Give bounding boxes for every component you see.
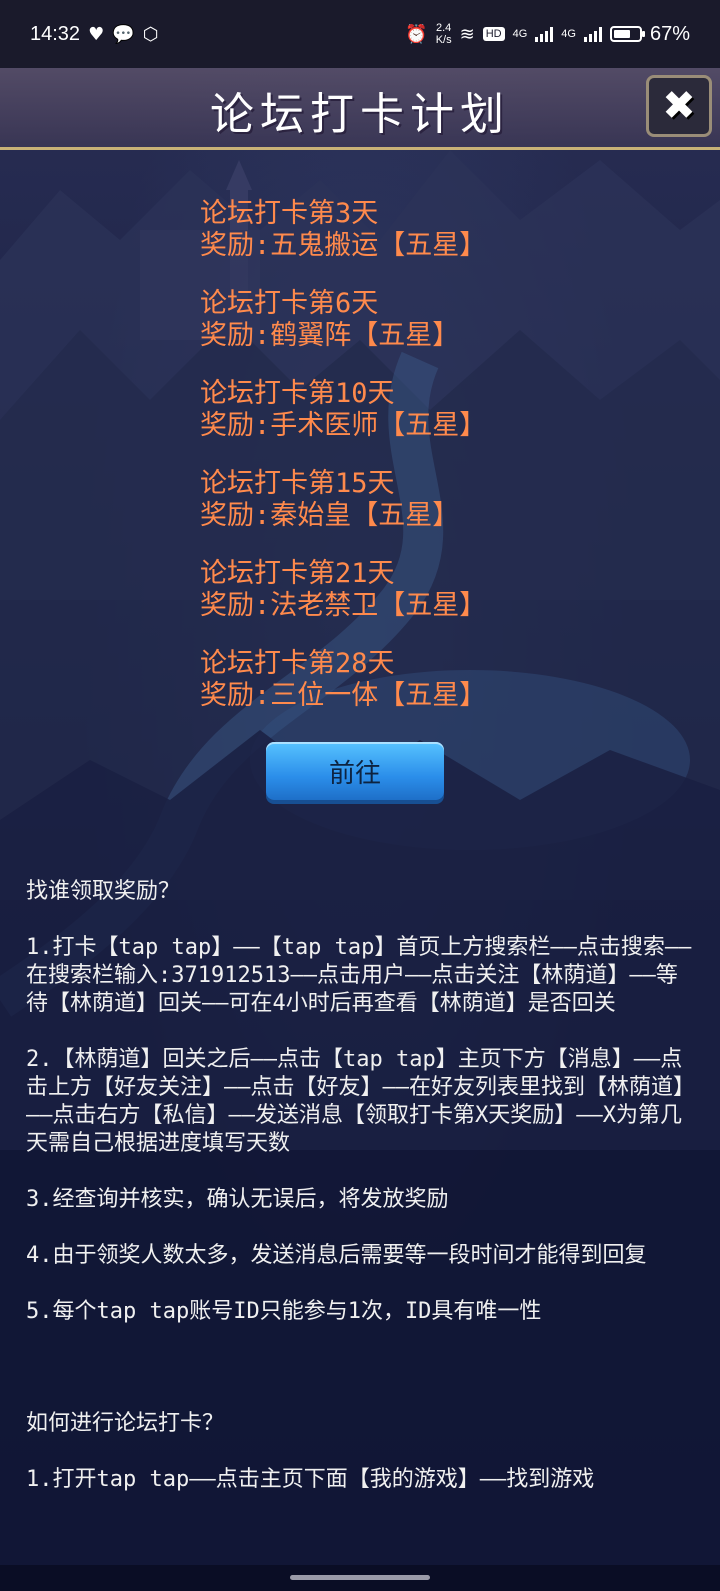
title-bar: 论坛打卡计划 ✖ — [0, 68, 720, 150]
close-button[interactable]: ✖ — [646, 75, 712, 137]
network-speed: 2.4 K/s — [436, 22, 452, 46]
reward-day-label: 论坛打卡第6天 — [200, 288, 379, 319]
reward-item: 论坛打卡第3天 奖励:五鬼搬运【五星】 — [200, 198, 680, 262]
hd-badge: HD — [482, 27, 505, 41]
reward-item: 论坛打卡第10天 奖励:手术医师【五星】 — [200, 378, 680, 442]
sim1-text: 4G — [512, 28, 528, 40]
reward-prize-label: 奖励:秦始皇【五星】 — [200, 500, 460, 531]
page-title: 论坛打卡计划 — [210, 89, 510, 140]
shield-icon: ⬡ — [142, 23, 159, 45]
reward-prize-label: 奖励:手术医师【五星】 — [200, 410, 487, 441]
reward-list: 论坛打卡第3天 奖励:五鬼搬运【五星】 论坛打卡第6天 奖励:鹤翼阵【五星】 论坛打卡第… — [200, 198, 680, 738]
instructions-panel: 找谁领取奖励？ 1.打卡【tap tap】——【tap tap】首页上方搜索栏—… — [26, 878, 698, 1538]
status-left: 14:32 ♥ 💬 ⬡ — [30, 23, 158, 46]
battery-fill — [613, 30, 630, 38]
go-button[interactable]: 前往 — [266, 742, 444, 800]
home-gesture-handle[interactable] — [290, 1575, 430, 1580]
instruction-step-5: 5.每个tap tap账号ID只能参与1次，ID具有唯一性 — [26, 1299, 542, 1324]
status-right: ⏰ 2.4 K/s ≋ HD 4G 4G 67% — [405, 22, 690, 46]
signal-bars-icon — [535, 26, 554, 42]
system-nav-bar — [0, 1565, 720, 1591]
reward-item: 论坛打卡第28天 奖励:三位一体【五星】 — [200, 648, 680, 712]
status-time: 14:32 — [30, 22, 81, 45]
reward-prize-label: 奖励:鹤翼阵【五星】 — [200, 320, 460, 351]
reward-day-label: 论坛打卡第21天 — [200, 558, 395, 589]
instruction-step-3: 3.经查询并核实，确认无误后，将发放奖励 — [26, 1187, 449, 1212]
instructions-heading-checkin: 如何进行论坛打卡？ — [26, 1411, 225, 1436]
network-speed-unit: K/s — [435, 34, 452, 46]
reward-prize-label: 奖励:五鬼搬运【五星】 — [200, 230, 487, 261]
sim2-text: 4G — [561, 28, 576, 40]
instruction-step-2: 2.【林荫道】回关之后——点击【tap tap】主页下方【消息】——点击上方【好… — [26, 1047, 695, 1156]
instruction-step-4: 4.由于领奖人数太多，发送消息后需要等一段时间才能得到回复 — [26, 1243, 647, 1268]
signal-bars-icon — [583, 26, 602, 42]
sim2-label: 4G — [561, 28, 576, 40]
instruction-step-1: 1.打卡【tap tap】——【tap tap】首页上方搜索栏——点击搜索——在… — [26, 935, 692, 1016]
battery-percent: 67% — [649, 22, 690, 45]
heart-icon: ♥ — [88, 23, 105, 45]
close-icon: ✖ — [662, 83, 696, 129]
reward-day-label: 论坛打卡第3天 — [200, 198, 379, 229]
alarm-icon: ⏰ — [405, 23, 428, 45]
wifi-icon: ≋ — [459, 23, 475, 45]
go-button-label: 前往 — [328, 758, 381, 789]
reward-item: 论坛打卡第21天 奖励:法老禁卫【五星】 — [200, 558, 680, 622]
chat-icon: 💬 — [112, 23, 135, 45]
network-speed-value: 2.4 — [436, 22, 452, 34]
reward-day-label: 论坛打卡第15天 — [200, 468, 395, 499]
reward-day-label: 论坛打卡第10天 — [200, 378, 395, 409]
status-bar: 14:32 ♥ 💬 ⬡ ⏰ 2.4 K/s ≋ HD 4G 4G 67% — [0, 0, 720, 68]
battery-icon — [609, 26, 645, 42]
reward-prize-label: 奖励:三位一体【五星】 — [200, 680, 487, 711]
instruction-step-partial: 1.打开tap tap——点击主页下面【我的游戏】——找到游戏 — [26, 1467, 595, 1492]
reward-day-label: 论坛打卡第28天 — [200, 648, 395, 679]
reward-prize-label: 奖励:法老禁卫【五星】 — [200, 590, 487, 621]
reward-item: 论坛打卡第6天 奖励:鹤翼阵【五星】 — [200, 288, 680, 352]
instructions-heading-claim: 找谁领取奖励？ — [26, 879, 181, 904]
sim1-label: 4G — [513, 28, 528, 40]
reward-item: 论坛打卡第15天 奖励:秦始皇【五星】 — [200, 468, 680, 532]
